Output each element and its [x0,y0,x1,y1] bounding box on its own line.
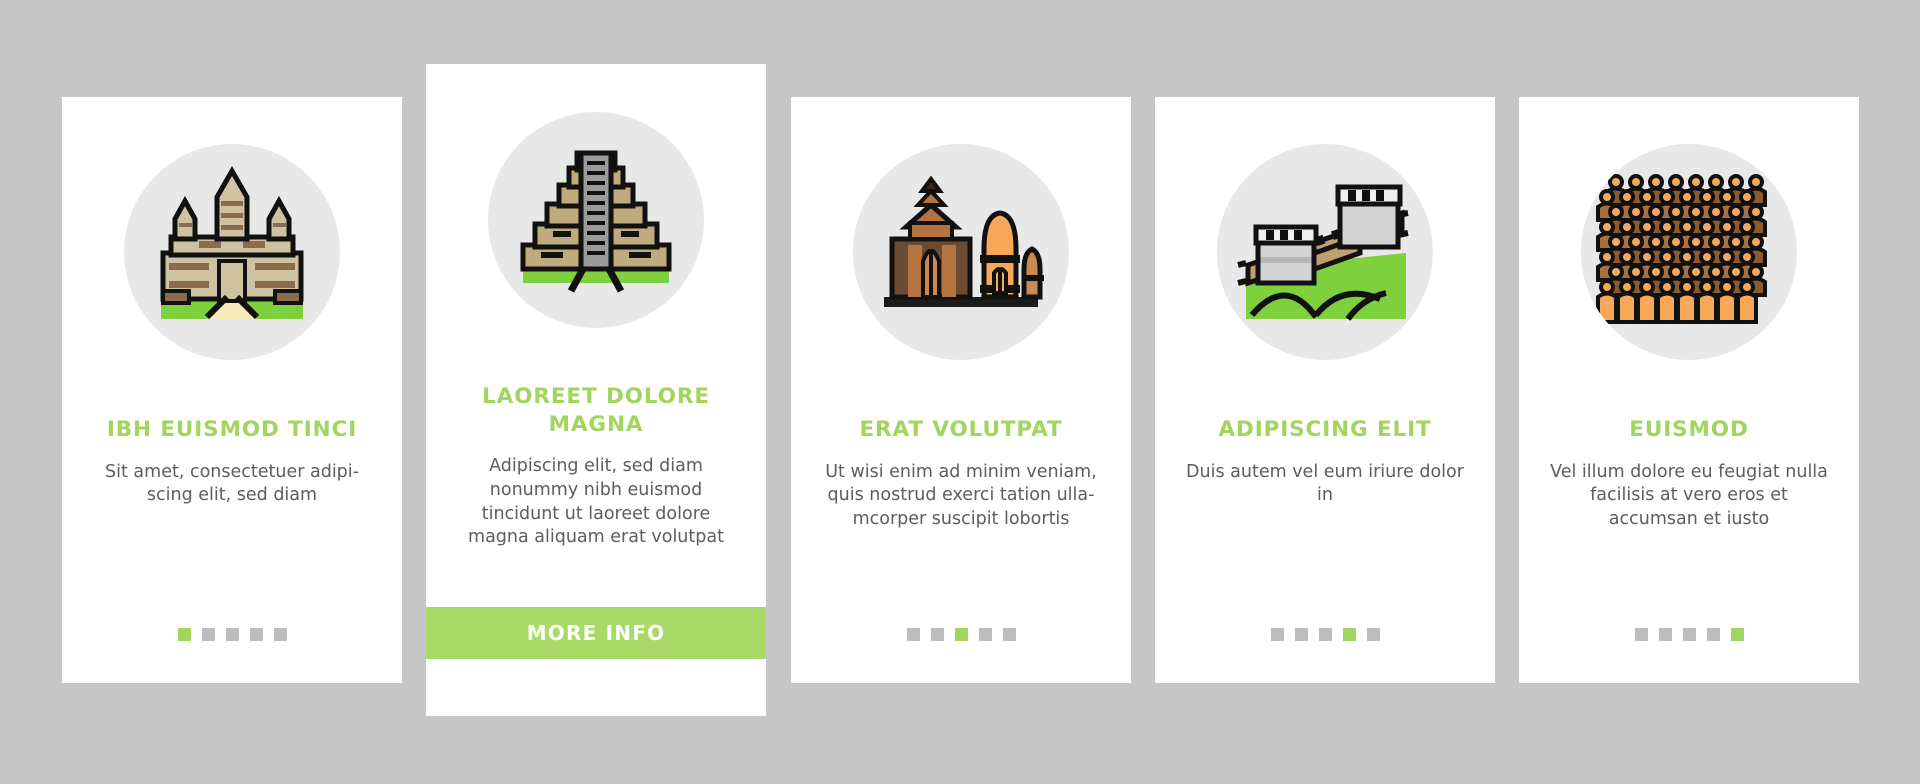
card-body: Adipiscing elit, sed diam nonummy nibh e… [468,456,724,548]
pagination-dot[interactable] [1002,628,1016,641]
card-body: Sit amet, consectetuer adipi-scing elit,… [105,461,359,506]
onboarding-card-1[interactable]: IBH EUISMOD TINCI Sit amet, consectetuer… [62,97,402,683]
card-title: ADIPISCING ELIT [1218,417,1432,442]
prambanan-temple-icon [866,157,1056,347]
card-body: Vel illum dolore eu feugiat nulla facili… [1550,461,1828,530]
pagination-dot[interactable] [1366,628,1380,641]
pagination-dot[interactable] [906,628,920,641]
angkor-wat-temple-icon [137,157,327,347]
pagination-dot[interactable] [1294,628,1308,641]
card-title: LAOREET DOLORE MAGNA [482,384,710,437]
mayan-step-pyramid-icon [501,125,691,315]
more-info-button[interactable]: MORE INFO [426,607,766,659]
pagination-dot[interactable] [1658,628,1672,641]
onboarding-card-3[interactable]: ERAT VOLUTPAT Ut wisi enim ad minim veni… [791,97,1131,683]
pagination-dots[interactable] [62,628,402,641]
pagination-dots[interactable] [791,628,1131,641]
terracotta-army-icon [1594,157,1784,347]
great-wall-of-china-icon [1230,157,1420,347]
icon-circle-5 [1581,144,1797,360]
pagination-dot[interactable] [273,628,287,641]
pagination-dot[interactable] [249,628,263,641]
pagination-dot[interactable] [1342,628,1356,641]
pagination-dot[interactable] [1634,628,1648,641]
icon-circle-2 [488,112,704,328]
card-body: Ut wisi enim ad minim veniam, quis nostr… [825,461,1097,530]
icon-circle-4 [1217,144,1433,360]
card-title: EUISMOD [1629,417,1749,442]
pagination-dot[interactable] [1318,628,1332,641]
pagination-dot[interactable] [978,628,992,641]
card-body: Duis autem vel eum iriure dolor in [1186,461,1464,506]
card-title: ERAT VOLUTPAT [859,417,1063,442]
card-title: IBH EUISMOD TINCI [106,417,358,442]
pagination-dot[interactable] [930,628,944,641]
pagination-dot[interactable] [954,628,968,641]
pagination-dot[interactable] [1682,628,1696,641]
pagination-dot[interactable] [201,628,215,641]
pagination-dot[interactable] [225,628,239,641]
pagination-dot[interactable] [1706,628,1720,641]
onboarding-card-5[interactable]: EUISMOD Vel illum dolore eu feugiat null… [1519,97,1859,683]
pagination-dot[interactable] [1270,628,1284,641]
pagination-dots[interactable] [1519,628,1859,641]
icon-circle-3 [853,144,1069,360]
onboarding-screens-board: IBH EUISMOD TINCI Sit amet, consectetuer… [0,0,1920,784]
icon-circle-1 [124,144,340,360]
pagination-dot[interactable] [1730,628,1744,641]
pagination-dot[interactable] [177,628,191,641]
onboarding-card-4[interactable]: ADIPISCING ELIT Duis autem vel eum iriur… [1155,97,1495,683]
onboarding-card-2[interactable]: LAOREET DOLORE MAGNA Adipiscing elit, se… [426,64,766,716]
pagination-dots[interactable] [1155,628,1495,641]
